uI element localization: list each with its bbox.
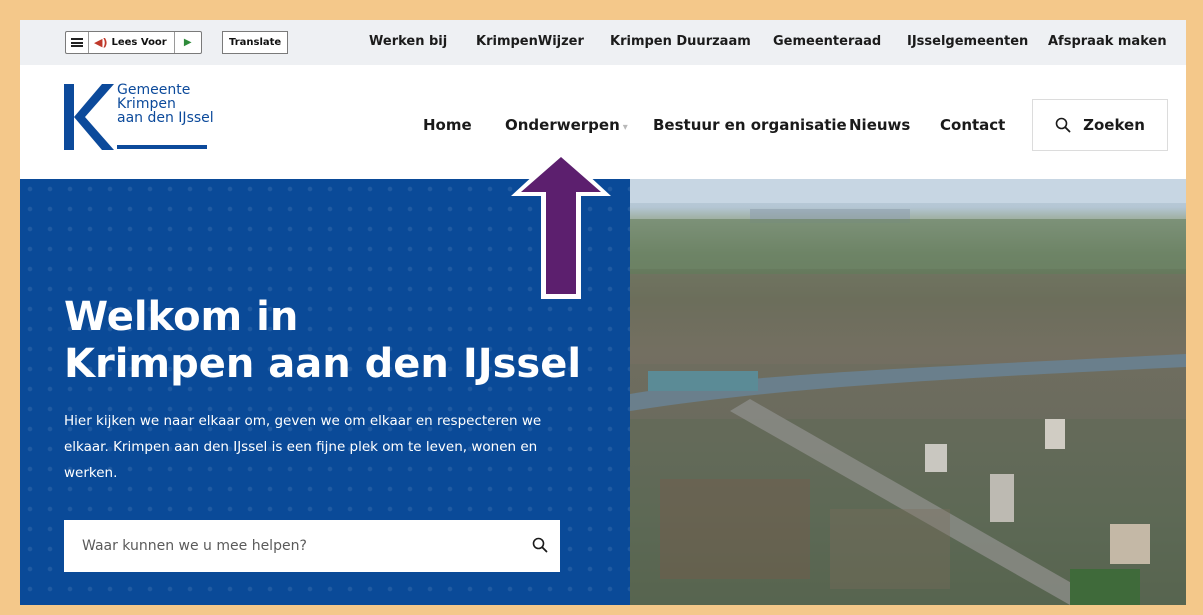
read-aloud-label: Lees Voor xyxy=(111,37,167,48)
nav-onderwerpen[interactable]: Onderwerpen ▾ xyxy=(505,116,628,134)
link-werken-bij[interactable]: Werken bij xyxy=(369,34,447,49)
translate-button[interactable]: Translate xyxy=(222,31,289,54)
utility-bar: ◀) Lees Voor ▶ Translate Werken bij Krim… xyxy=(20,20,1186,65)
header-search-button[interactable]: Zoeken xyxy=(1032,99,1168,151)
search-icon xyxy=(1055,117,1071,133)
hero-title-line-1: Welkom in xyxy=(64,294,299,340)
nav-onderwerpen-label: Onderwerpen xyxy=(505,116,620,134)
chevron-down-icon: ▾ xyxy=(622,122,628,133)
logo-line-2: Krimpen xyxy=(117,96,176,112)
aerial-city-photo xyxy=(630,179,1186,605)
link-ijsselgemeenten[interactable]: IJsselgemeenten xyxy=(907,34,1028,49)
play-icon: ▶ xyxy=(183,37,192,48)
search-icon[interactable] xyxy=(532,537,548,553)
read-aloud-button[interactable]: ◀) Lees Voor xyxy=(89,32,175,53)
play-button[interactable]: ▶ xyxy=(175,32,201,53)
nav-nieuws[interactable]: Nieuws xyxy=(849,116,910,134)
speaker-icon: ◀) xyxy=(94,36,108,49)
municipality-logo-text[interactable]: Gemeente Krimpen aan den IJssel xyxy=(117,83,214,125)
nav-home[interactable]: Home xyxy=(423,116,472,134)
link-krimpenwijzer[interactable]: KrimpenWijzer xyxy=(476,34,584,49)
nav-bestuur-en-organisatie[interactable]: Bestuur en organisatie xyxy=(653,116,847,134)
hero-search-input[interactable] xyxy=(64,520,560,572)
nav-contact[interactable]: Contact xyxy=(940,116,1005,134)
page-frame: ◀) Lees Voor ▶ Translate Werken bij Krim… xyxy=(20,20,1186,605)
link-krimpen-duurzaam[interactable]: Krimpen Duurzaam xyxy=(610,34,751,49)
hero-title-line-2: Krimpen aan den IJssel xyxy=(64,341,582,387)
logo-line-3: aan den IJssel xyxy=(117,110,214,126)
link-gemeenteraad[interactable]: Gemeenteraad xyxy=(773,34,881,49)
link-afspraak-maken[interactable]: Afspraak maken xyxy=(1048,34,1167,49)
logo-line-1: Gemeente xyxy=(117,82,191,98)
menu-icon xyxy=(71,38,83,47)
hero-title: Welkom in Krimpen aan den IJssel xyxy=(64,294,581,388)
municipality-logo-mark[interactable] xyxy=(64,84,114,150)
header-search-label: Zoeken xyxy=(1083,116,1145,134)
logo-underline xyxy=(117,145,207,149)
annotation-arrow-icon xyxy=(511,150,611,299)
readspeaker-widget: ◀) Lees Voor ▶ xyxy=(65,31,202,54)
readspeaker-menu-button[interactable] xyxy=(66,32,89,53)
hero-intro-text: Hier kijken we naar elkaar om, geven we … xyxy=(64,413,542,481)
